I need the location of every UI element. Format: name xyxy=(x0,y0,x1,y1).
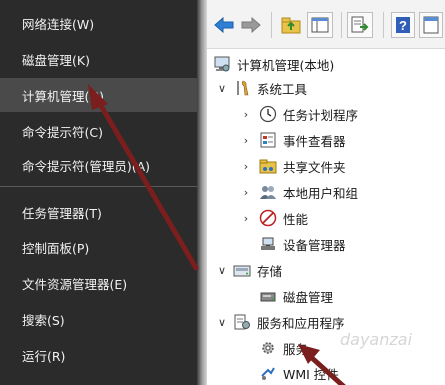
chevron-right-icon[interactable]: › xyxy=(240,212,252,225)
toolbar-separator xyxy=(271,12,272,38)
menu-item-label: 运行(R) xyxy=(22,348,66,364)
menu-item-label: 控制面板(P) xyxy=(22,240,90,256)
menu-item-label: 文件资源管理器(E) xyxy=(22,276,128,292)
menu-item-control-panel[interactable]: 控制面板(P) xyxy=(0,230,197,264)
back-arrow-icon[interactable] xyxy=(213,12,235,38)
window-divider xyxy=(197,0,207,385)
shared-folder-icon xyxy=(259,157,277,175)
menu-item-run[interactable]: 运行(R) xyxy=(0,338,197,372)
tree-node-label: 共享文件夹 xyxy=(283,159,346,175)
performance-icon xyxy=(259,209,277,227)
menu-item-label: 命令提示符(管理员)(A) xyxy=(22,158,151,174)
menu-separator xyxy=(0,186,197,187)
tree-node-wmi-control[interactable]: WMI 控件 xyxy=(259,361,339,385)
toolbar-separator xyxy=(383,12,384,38)
tree-node-event-viewer[interactable]: 事件查看器 xyxy=(259,128,346,152)
clock-icon xyxy=(259,105,277,123)
tree-node-label: 磁盘管理 xyxy=(283,289,334,305)
chevron-right-icon[interactable]: › xyxy=(240,186,252,199)
menu-item-label: 计算机管理(G) xyxy=(22,88,104,104)
event-viewer-icon xyxy=(259,131,277,149)
menu-item-search[interactable]: 搜索(S) xyxy=(0,302,197,336)
menu-item-disk-management[interactable]: 磁盘管理(K) xyxy=(0,42,197,76)
menu-item-task-manager[interactable]: 任务管理器(T) xyxy=(0,195,197,229)
storage-icon xyxy=(233,261,251,279)
tree-node-task-scheduler[interactable]: 任务计划程序 xyxy=(259,102,358,126)
tree-node-disk-management[interactable]: 磁盘管理 xyxy=(259,284,333,308)
toolbar: ? xyxy=(207,0,445,49)
tree-node-storage[interactable]: 存储 xyxy=(233,258,282,282)
computer-management-window: ? 计算机管理(本地) ∨ 系统工具 › 任务计划程序 › 事件查看器 › 共享… xyxy=(207,0,445,385)
tree-node-label: 事件查看器 xyxy=(283,133,346,149)
menu-item-command-prompt[interactable]: 命令提示符(C) xyxy=(0,114,197,148)
chevron-down-icon[interactable]: ∨ xyxy=(216,264,228,277)
tree-node-label: WMI 控件 xyxy=(283,366,339,382)
services-gear-icon xyxy=(259,339,277,357)
help-icon[interactable]: ? xyxy=(391,12,415,38)
menu-item-computer-management[interactable]: 计算机管理(G) xyxy=(0,78,197,112)
tree-node-performance[interactable]: 性能 xyxy=(259,206,308,230)
winx-context-menu: 网络连接(W) 磁盘管理(K) 计算机管理(G) 命令提示符(C) 命令提示符(… xyxy=(0,0,197,385)
tree-node-label: 存储 xyxy=(257,263,283,279)
tree-node-local-users-groups[interactable]: 本地用户和组 xyxy=(259,180,358,204)
menu-item-file-explorer[interactable]: 文件资源管理器(E) xyxy=(0,266,197,300)
menu-item-network-connections[interactable]: 网络连接(W) xyxy=(0,6,197,40)
wmi-control-icon xyxy=(259,364,277,382)
computer-management-icon xyxy=(213,55,231,73)
tree-node-label: 服务 xyxy=(283,341,309,357)
watermark-text: dayanzai xyxy=(340,330,413,349)
tree-node-services[interactable]: 服务 xyxy=(259,336,308,360)
chevron-right-icon[interactable]: › xyxy=(240,108,252,121)
tree-node-label: 计算机管理(本地) xyxy=(237,57,335,73)
tree-node-computer-management[interactable]: 计算机管理(本地) xyxy=(213,52,334,76)
menu-item-label: 任务管理器(T) xyxy=(22,205,102,221)
properties-icon[interactable] xyxy=(419,12,443,38)
tree-node-device-manager[interactable]: 设备管理器 xyxy=(259,232,346,256)
disk-management-icon xyxy=(259,287,277,305)
chevron-down-icon[interactable]: ∨ xyxy=(216,82,228,95)
tree-node-services-apps[interactable]: 服务和应用程序 xyxy=(233,310,345,334)
menu-item-label: 磁盘管理(K) xyxy=(22,52,90,68)
device-manager-icon xyxy=(259,235,277,253)
svg-text:?: ? xyxy=(399,18,407,33)
menu-item-label: 搜索(S) xyxy=(22,312,65,328)
tree-node-label: 性能 xyxy=(283,211,309,227)
chevron-right-icon[interactable]: › xyxy=(240,134,252,147)
tree-node-label: 设备管理器 xyxy=(283,237,346,253)
tree-node-label: 系统工具 xyxy=(257,81,308,97)
services-apps-icon xyxy=(233,313,251,331)
export-list-icon[interactable] xyxy=(347,12,373,38)
menu-item-label: 网络连接(W) xyxy=(22,16,95,32)
toolbar-separator xyxy=(341,12,342,38)
console-tree-icon[interactable] xyxy=(307,12,333,38)
menu-item-command-prompt-admin[interactable]: 命令提示符(管理员)(A) xyxy=(0,148,197,182)
tree-node-system-tools[interactable]: 系统工具 xyxy=(233,76,307,100)
up-folder-icon[interactable] xyxy=(279,12,303,38)
tree-node-label: 服务和应用程序 xyxy=(257,315,345,331)
users-icon xyxy=(259,183,277,201)
chevron-down-icon[interactable]: ∨ xyxy=(216,316,228,329)
chevron-right-icon[interactable]: › xyxy=(240,160,252,173)
forward-arrow-icon[interactable] xyxy=(240,12,262,38)
tree-node-shared-folders[interactable]: 共享文件夹 xyxy=(259,154,346,178)
wrench-screwdriver-icon xyxy=(233,79,251,97)
tree-node-label: 任务计划程序 xyxy=(283,107,359,123)
tree-node-label: 本地用户和组 xyxy=(283,185,359,201)
menu-item-label: 命令提示符(C) xyxy=(22,124,103,140)
